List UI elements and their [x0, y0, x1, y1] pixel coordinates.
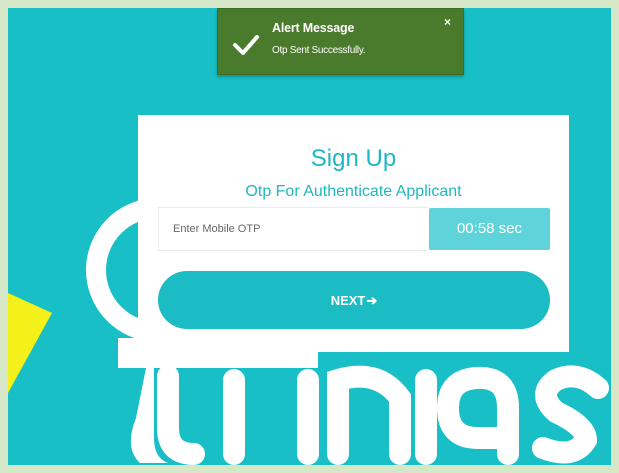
logo-letter-n: [327, 365, 411, 465]
close-icon[interactable]: ×: [444, 16, 451, 28]
yellow-triangle-shape: [8, 293, 52, 393]
check-icon: [233, 35, 259, 55]
next-button-label: NEXT: [330, 293, 366, 308]
otp-field-group: 00:58 sec: [158, 207, 550, 251]
alert-toast: Alert Message Otp Sent Successfully. ×: [217, 8, 464, 75]
signup-subtitle: Otp For Authenticate Applicant: [245, 183, 462, 200]
mobile-otp-input[interactable]: [158, 207, 428, 251]
next-button[interactable]: NEXT➔: [158, 271, 550, 329]
arrow-right-icon: ➔: [366, 293, 378, 308]
logo-letter-u: [157, 365, 205, 465]
otp-timer: 00:58 sec: [429, 208, 550, 250]
signup-card: Sign Up Otp For Authenticate Applicant 0…: [138, 115, 569, 352]
page-background: Sign Up Otp For Authenticate Applicant 0…: [8, 8, 611, 465]
signup-title: Sign Up: [310, 145, 397, 172]
toast-title: Alert Message: [272, 21, 355, 35]
logo-letter-s: [532, 365, 609, 464]
toast-message: Otp Sent Successfully.: [272, 45, 366, 56]
logo-letter-a: [436, 366, 519, 465]
